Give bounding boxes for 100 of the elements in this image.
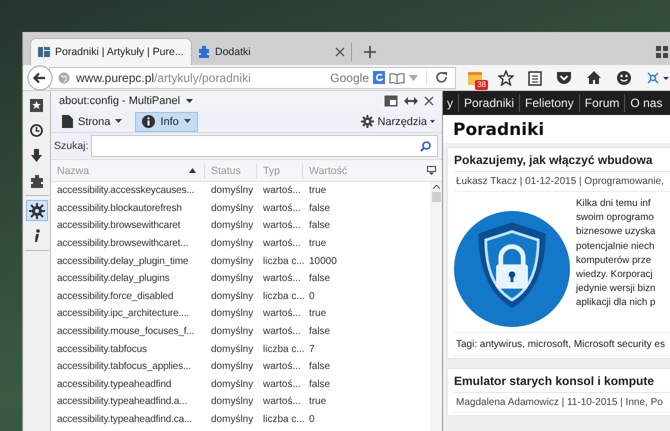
table-cell-text: domyślny bbox=[210, 290, 254, 302]
star-icon[interactable] bbox=[498, 70, 514, 86]
table-cell-text: false bbox=[308, 378, 332, 390]
article-text-line: potencjalnie niech bbox=[576, 240, 656, 254]
table-cell-text: accessibility.blockautorefresh bbox=[56, 202, 183, 214]
panel-title[interactable]: about:config - MultiPanel bbox=[59, 95, 180, 107]
column-picker-icon[interactable] bbox=[424, 166, 438, 175]
browser-tab[interactable]: Dodatki bbox=[191, 39, 351, 65]
caret-icon bbox=[115, 119, 122, 124]
search-engine-label: Google bbox=[330, 70, 369, 84]
table-cell-text: 7 bbox=[308, 344, 316, 355]
table-cell-text: accessibility.browsewithcaret bbox=[56, 220, 182, 232]
scrollbar-thumb[interactable] bbox=[432, 192, 440, 202]
caret-icon[interactable] bbox=[186, 98, 194, 104]
search-field[interactable] bbox=[91, 135, 438, 157]
scrollbar[interactable] bbox=[430, 182, 442, 431]
table-cell-text: false bbox=[308, 361, 332, 372]
table-cell-text: accessibility.force_disabled bbox=[56, 290, 174, 302]
article-meta: Łukasz Tkacz | 01-12-2015 | Oprogramowanie, bbox=[454, 172, 670, 192]
url-path: /artykuly/poradniki bbox=[154, 70, 251, 84]
table-cell-text: wartoś... bbox=[262, 396, 302, 408]
nav-link[interactable]: Poradniki bbox=[459, 96, 520, 110]
table-cell-text: wartoś... bbox=[262, 238, 302, 250]
table-cell-text: domyślny bbox=[210, 344, 254, 355]
tools-menu-button[interactable]: Narzędzia bbox=[354, 112, 438, 132]
table-cell-text: accessibility.delay_plugin_time bbox=[56, 256, 190, 267]
article-title[interactable]: Emulator starych konsol i kompute bbox=[454, 374, 670, 393]
page-heading: Poradniki bbox=[443, 115, 670, 143]
home-icon[interactable] bbox=[586, 70, 602, 85]
browser-tab[interactable]: Poradniki | Artykuły | Pure... bbox=[31, 39, 191, 65]
table-cell-text: accessibility.tabfocus_applies... bbox=[56, 361, 192, 372]
article-text-line: swoim oprogramo bbox=[576, 211, 655, 226]
g-icon bbox=[373, 71, 385, 84]
search-icon[interactable] bbox=[420, 140, 431, 152]
panel-dropdown-button[interactable]: Strona bbox=[55, 112, 130, 132]
table-cell-text: domyślny bbox=[210, 256, 254, 267]
table-cell-text: domyślny bbox=[210, 378, 254, 390]
nav-link[interactable]: y bbox=[443, 96, 458, 110]
reload-icon[interactable] bbox=[426, 70, 449, 84]
caret-icon bbox=[430, 120, 435, 124]
page-icon bbox=[62, 115, 73, 128]
article-tags: Tagi: antywirus, microsoft, Microsoft security es bbox=[454, 332, 670, 356]
resize-arrows-icon[interactable] bbox=[404, 96, 418, 106]
panel-dropdown-button[interactable]: Info bbox=[135, 112, 198, 132]
table-cell-text: wartoś... bbox=[262, 378, 302, 390]
article-text-line: wiedzy. Korporacj bbox=[576, 268, 654, 282]
url-host: www.purepc.pl bbox=[76, 70, 154, 84]
table-cell-text: wartoś... bbox=[262, 308, 302, 320]
network-icon[interactable] bbox=[646, 70, 670, 84]
table-cell-text: true bbox=[308, 308, 328, 320]
article-text-line: Kilka dni temu inf bbox=[576, 197, 652, 211]
table-cell-text: accessibility.typeaheadfind.a... bbox=[56, 396, 188, 408]
smiley-icon[interactable] bbox=[616, 70, 632, 86]
table-cell-text: wartoś... bbox=[262, 220, 302, 232]
clipboard-icon[interactable] bbox=[528, 70, 542, 86]
table-cell-text: liczba c... bbox=[262, 344, 303, 355]
table-cell-text: domyślny bbox=[210, 202, 254, 214]
table-cell-text: accessibility.browsewithcaret... bbox=[56, 238, 190, 250]
window-icon[interactable] bbox=[384, 95, 398, 107]
address-field[interactable]: www.purepc.pl/artykuly/poradniki Google bbox=[49, 66, 456, 88]
info-icon bbox=[142, 115, 156, 128]
table-cell-text: accessibility.delay_plugins bbox=[56, 273, 170, 284]
back-button[interactable] bbox=[27, 64, 53, 90]
gear-icon bbox=[361, 115, 374, 128]
table-cell-text: domyślny bbox=[210, 414, 254, 426]
pocket-icon[interactable] bbox=[556, 70, 572, 84]
article-text-line: jedynie wersji bizn bbox=[576, 282, 656, 296]
gear-icon[interactable] bbox=[26, 200, 48, 221]
table-cell-text: wartoś... bbox=[262, 185, 302, 196]
nav-link[interactable]: Forum bbox=[580, 96, 624, 110]
table-cell-text: true bbox=[308, 396, 328, 408]
table-cell-text: true bbox=[308, 185, 328, 196]
site-logo-icon bbox=[37, 46, 51, 58]
table-cell-text: wartoś... bbox=[262, 273, 302, 284]
table-cell-text: domyślny bbox=[210, 308, 254, 320]
table-cell-text: domyślny bbox=[210, 326, 254, 338]
caret-icon bbox=[184, 119, 191, 124]
table-cell-text: true bbox=[308, 238, 328, 250]
article-text-line: biznesowe uzyska bbox=[576, 225, 656, 240]
table-cell-text: wartoś... bbox=[262, 326, 302, 338]
search-label: Szukaj: bbox=[54, 140, 88, 152]
scroll-up-icon[interactable] bbox=[432, 185, 440, 189]
book-icon[interactable] bbox=[389, 72, 405, 84]
nav-link[interactable]: O nas bbox=[625, 96, 668, 110]
article-text-line: komputerów prze bbox=[576, 254, 652, 268]
table-cell-text: liczba c... bbox=[262, 256, 303, 267]
close-icon[interactable] bbox=[424, 96, 434, 106]
table-cell-text: domyślny bbox=[210, 273, 254, 284]
nav-link[interactable]: Felietony bbox=[520, 96, 579, 110]
table-cell-text: false bbox=[308, 273, 332, 284]
puzzle-icon bbox=[197, 45, 211, 59]
table-cell-text: wartoś... bbox=[262, 361, 302, 372]
table-cell-text: domyślny bbox=[210, 185, 254, 196]
table-cell-text: false bbox=[308, 326, 332, 338]
close-icon[interactable] bbox=[335, 47, 345, 57]
table-cell-text: liczba c... bbox=[262, 414, 303, 426]
table-cell-text: accessibility.accesskeycauses... bbox=[56, 185, 196, 196]
article-title[interactable]: Pokazujemy, jak włączyć wbudowa bbox=[454, 153, 670, 172]
article-text-line: aplikacji dla nich p bbox=[576, 296, 656, 310]
table-cell-text: liczba c... bbox=[262, 290, 303, 302]
